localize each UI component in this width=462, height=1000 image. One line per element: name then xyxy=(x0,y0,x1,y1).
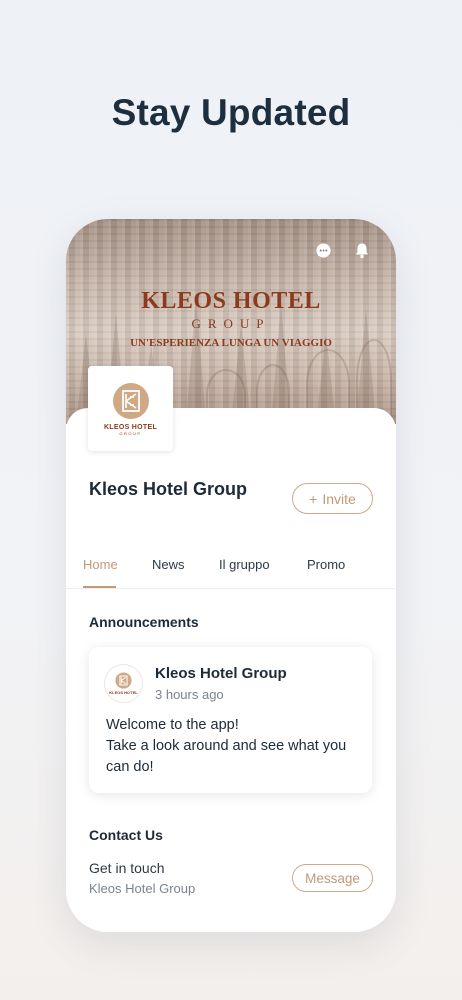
active-tab-indicator xyxy=(83,586,116,588)
tab-home[interactable]: Home xyxy=(83,557,118,572)
contact-sub-text: Kleos Hotel Group xyxy=(89,881,196,896)
contact-main-text: Get in touch xyxy=(89,860,165,876)
phone-frame: KLEOS HOTEL GROUP UN'ESPERIENZA LUNGA UN… xyxy=(66,219,396,932)
chat-bubble-icon[interactable] xyxy=(314,241,332,259)
kleos-logo: KLEOS HOTEL GROUP xyxy=(88,366,173,451)
invite-label: Invite xyxy=(322,490,356,507)
announcement-time: 3 hours ago xyxy=(155,687,224,702)
group-title: Kleos Hotel Group xyxy=(89,479,248,499)
bell-icon[interactable] xyxy=(353,241,371,259)
tab-promo[interactable]: Promo xyxy=(307,557,345,572)
message-button[interactable]: Message xyxy=(292,864,373,892)
avatar: KLEOS HOTEL xyxy=(105,665,142,702)
plus-icon: + xyxy=(309,490,318,507)
invite-button[interactable]: + Invite xyxy=(292,483,373,514)
logo-name: KLEOS HOTEL xyxy=(103,423,158,431)
announcement-author: Kleos Hotel Group xyxy=(155,665,287,682)
avatar-logo-name: KLEOS HOTEL xyxy=(109,690,138,695)
contact-title: Contact Us xyxy=(89,827,163,843)
tab-bar: Home News Il gruppo Promo xyxy=(66,545,396,589)
kleos-logo-icon xyxy=(115,672,132,689)
announcement-line-2: Take a look around and see what you can … xyxy=(106,738,347,775)
announcement-line-1: Welcome to the app! xyxy=(106,717,239,733)
announcement-card[interactable]: KLEOS HOTEL Kleos Hotel Group 3 hours ag… xyxy=(89,647,372,793)
logo-sub: GROUP xyxy=(119,430,142,436)
announcement-body: Welcome to the app! Take a look around a… xyxy=(106,715,366,778)
tab-news[interactable]: News xyxy=(152,557,185,572)
cover-brand-subtitle: GROUP xyxy=(191,316,271,331)
tab-il-gruppo[interactable]: Il gruppo xyxy=(219,557,270,572)
kleos-logo-icon xyxy=(112,382,149,419)
cover-tagline: UN'ESPERIENZA LUNGA UN VIAGGIO xyxy=(130,337,332,349)
announcements-title: Announcements xyxy=(89,614,199,630)
page-headline: Stay Updated xyxy=(111,92,351,133)
cover-brand-title: KLEOS HOTEL xyxy=(141,288,321,314)
